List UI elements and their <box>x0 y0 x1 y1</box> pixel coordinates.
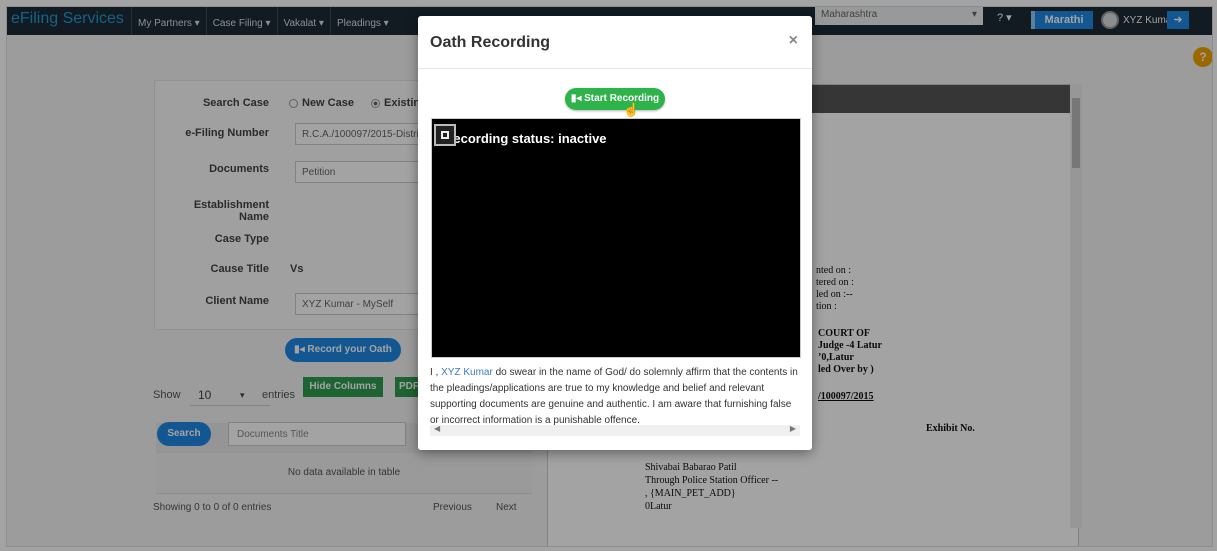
horizontal-scrollbar[interactable]: ◀ ▶ <box>430 424 800 436</box>
scroll-right-icon[interactable]: ▶ <box>790 424 796 433</box>
fullscreen-icon[interactable] <box>434 124 456 146</box>
oath-prefix: I , <box>430 367 442 378</box>
hand-cursor-icon: ☝ <box>623 102 640 117</box>
modal-divider <box>418 68 812 69</box>
oath-text: I , XYZ Kumar do swear in the name of Go… <box>430 365 802 429</box>
start-recording-button[interactable]: ▮◂ Start Recording <box>565 88 665 110</box>
close-button[interactable]: × <box>789 32 798 50</box>
recording-status: Recording status: inactive <box>444 131 607 146</box>
oath-name: XYZ Kumar <box>441 367 493 378</box>
oath-recording-modal: Oath Recording × ▮◂ Start Recording ☝ Re… <box>418 16 812 450</box>
start-recording-label: Start Recording <box>584 93 660 104</box>
modal-title: Oath Recording <box>430 34 551 51</box>
video-camera-icon: ▮◂ <box>570 93 585 104</box>
scroll-left-icon[interactable]: ◀ <box>434 424 440 433</box>
video-preview: Recording status: inactive <box>431 118 801 358</box>
